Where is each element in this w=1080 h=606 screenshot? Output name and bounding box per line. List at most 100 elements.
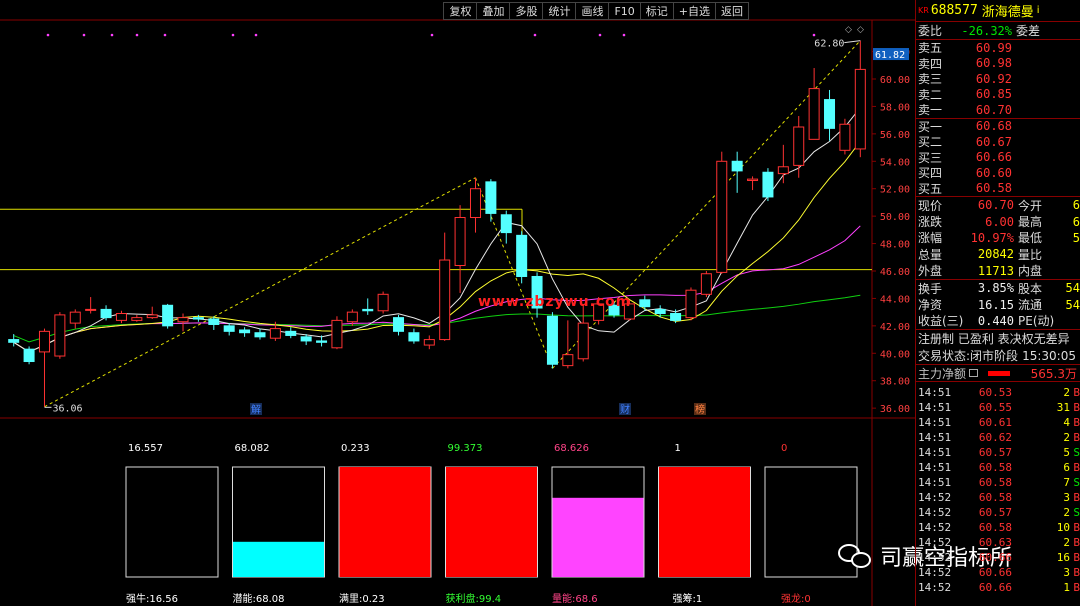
event-marker: 解	[251, 403, 261, 416]
y-tick-label: 44.00	[880, 294, 910, 305]
stock-header[interactable]: KR 688577 浙海德曼 i	[916, 0, 1080, 22]
toolbar-button[interactable]: +自选	[674, 3, 716, 19]
toolbar-button[interactable]: 统计	[543, 3, 577, 19]
webi-row: 委比 -26.32% 委差	[916, 22, 1080, 39]
level-label: 卖五	[918, 41, 943, 56]
status-line2: 交易状态: 闭市阶段 15:30:05	[916, 347, 1080, 364]
tick-time: 14:52	[918, 581, 952, 595]
tick-side: B	[1073, 386, 1080, 400]
event-dot	[430, 33, 434, 37]
level-price: 60.66	[975, 150, 1012, 165]
candle-body	[839, 123, 851, 151]
trend-line	[44, 177, 476, 408]
main-flow-bar	[988, 370, 1011, 376]
ask-row[interactable]: 卖五 60.99	[916, 40, 1080, 56]
fundamental-value-2: 54	[1065, 297, 1080, 312]
toolbar-button[interactable]: 叠加	[477, 3, 511, 19]
y-tick-label: 50.00	[880, 212, 910, 223]
tick-price: 60.63	[978, 536, 1012, 550]
quote-label: 总量	[918, 247, 943, 262]
quote-value-2: 5	[1072, 230, 1080, 245]
event-dot	[135, 33, 139, 37]
ask-row[interactable]: 卖二 60.85	[916, 87, 1080, 103]
quote-value: 60.70	[977, 198, 1014, 213]
info-icon[interactable]: i	[1037, 5, 1040, 16]
kline-chart-area[interactable]: ◇◇62.0060.0058.0056.0054.0052.0050.0048.…	[0, 0, 1012, 606]
event-dot	[622, 33, 626, 37]
candle-body	[777, 166, 789, 175]
tick-time: 14:51	[918, 386, 952, 400]
bid-row[interactable]: 买一 60.68	[916, 119, 1080, 135]
candle-body	[469, 188, 481, 219]
tick-volume: 16	[1056, 551, 1070, 565]
candle-body	[285, 330, 297, 336]
quote-row: 涨幅 10.97% 最低 5	[916, 230, 1080, 246]
quote-panel: KR 688577 浙海德曼 i 委比 -26.32% 委差 卖五 60.99 卖四…	[915, 0, 1080, 606]
tick-list[interactable]: 14:51 60.53 2 B 14:51 60.55 31 B 14:51 60.61 4 B 14:…	[916, 382, 1080, 595]
candle-body	[485, 181, 497, 214]
tick-row: 14:51 60.55 31 B	[916, 400, 1080, 415]
fundamental-label: 换手	[918, 281, 943, 296]
event-marker: 财	[620, 403, 630, 416]
tick-volume: 3	[1063, 491, 1070, 505]
candle-body	[362, 308, 374, 312]
candle-body	[239, 329, 251, 334]
tick-time: 14:52	[918, 491, 952, 505]
quote-label-2: 最高	[1018, 215, 1043, 230]
tick-price: 60.55	[978, 401, 1012, 415]
tick-side: B	[1073, 566, 1080, 580]
candle-body	[500, 214, 512, 234]
main-flow-row[interactable]: 主力净额 565.3万	[916, 364, 1080, 383]
toolbar-button[interactable]: 画线	[576, 3, 610, 19]
bid-row[interactable]: 买四 60.60	[916, 165, 1080, 181]
y-tick-label: 48.00	[880, 240, 910, 251]
candle-body	[685, 289, 697, 319]
toolbar-button[interactable]: 复权	[444, 3, 478, 19]
tick-volume: 1	[1063, 581, 1070, 595]
candle-body	[23, 348, 35, 363]
candle-body	[177, 317, 189, 323]
ask-row[interactable]: 卖四 60.98	[916, 56, 1080, 72]
indicator-footer: 强龙:0	[781, 592, 811, 605]
low-annotation: 36.06	[52, 403, 82, 414]
quote-value-2: 6	[1072, 214, 1080, 229]
y-tick-label: 42.00	[880, 322, 910, 333]
candle-body	[85, 308, 97, 311]
expand-icon[interactable]	[969, 369, 979, 378]
indicator-value: 68.082	[235, 443, 270, 454]
diamond-icon: ◇	[845, 25, 852, 35]
tick-row: 14:51 60.62 2 B	[916, 430, 1080, 445]
kline-chart[interactable]: ◇◇62.0060.0058.0056.0054.0052.0050.0048.…	[0, 0, 915, 606]
candle-body	[115, 313, 127, 321]
quote-label-2: 今开	[1018, 198, 1043, 213]
ask-row[interactable]: 卖一 60.70	[916, 102, 1080, 118]
candle-body	[38, 330, 50, 353]
toolbar-button[interactable]: F10	[609, 3, 641, 19]
toolbar-button[interactable]: 标记	[641, 3, 674, 19]
toolbar-button[interactable]: 返回	[716, 3, 748, 19]
tick-row: 14:52 60.63 2 B	[916, 535, 1080, 550]
candle-body	[639, 299, 651, 308]
tick-price: 60.66	[978, 551, 1012, 565]
tick-row: 14:52 60.66 1 B	[916, 580, 1080, 595]
tick-side: B	[1073, 536, 1080, 550]
bid-row[interactable]: 买二 60.67	[916, 134, 1080, 150]
quote-label: 外盘	[918, 264, 943, 279]
y-tick-label: 58.00	[880, 102, 910, 113]
level-price: 60.67	[975, 134, 1012, 149]
level-price: 60.70	[975, 102, 1012, 117]
bid-row[interactable]: 买三 60.66	[916, 150, 1080, 166]
tick-row: 14:52 60.58 3 B	[916, 490, 1080, 505]
tick-row: 14:51 60.53 2 B	[916, 385, 1080, 400]
level-label: 卖四	[918, 56, 943, 71]
y-tick-label: 56.00	[880, 130, 910, 141]
candle-body	[670, 313, 682, 321]
indicator-fill	[339, 467, 431, 577]
ask-row[interactable]: 卖三 60.92	[916, 71, 1080, 87]
toolbar-button[interactable]: 多股	[510, 3, 544, 19]
tick-time: 14:52	[918, 506, 952, 520]
trade-status-time: 15:30:05	[1022, 348, 1076, 363]
candle-body	[439, 259, 451, 341]
bid-row[interactable]: 买五 60.58	[916, 181, 1080, 197]
indicator-footer: 获利盘:99.4	[446, 592, 502, 605]
